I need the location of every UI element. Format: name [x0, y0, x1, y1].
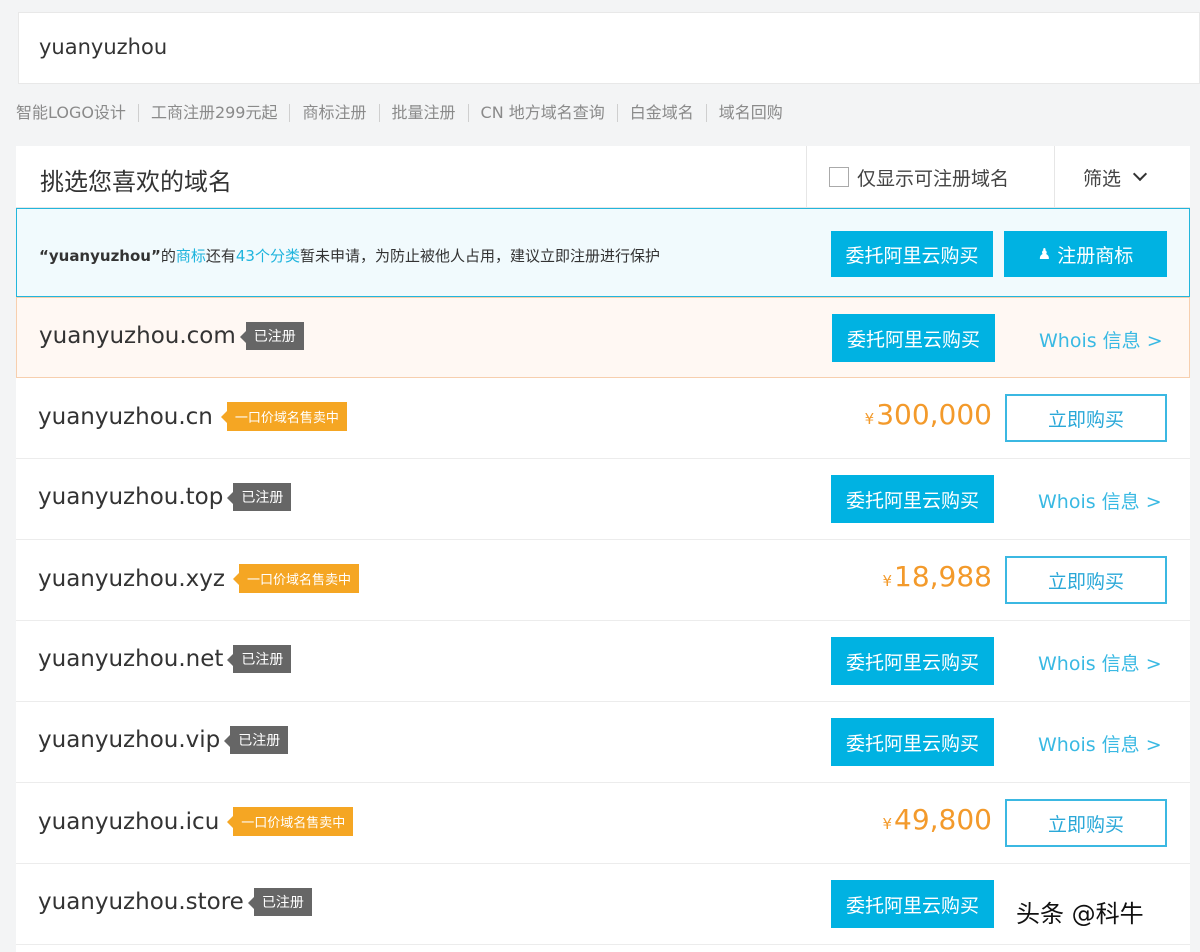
domain-name: yuanyuzhou.xyz 一口价域名售卖中 [38, 564, 359, 593]
domain-label: yuanyuzhou.com [39, 323, 236, 349]
registered-badge: 已注册 [227, 483, 292, 511]
domain-label: yuanyuzhou.vip [38, 727, 221, 753]
quick-links: 智能LOGO设计 工商注册299元起 商标注册 批量注册 CN 地方域名查询 白… [16, 98, 795, 128]
currency-symbol: ¥ [882, 815, 893, 833]
price: ¥49,800 [882, 803, 992, 836]
notice-delegate-buy-button[interactable]: 委托阿里云购买 [831, 231, 993, 277]
whois-link[interactable]: Whois 信息 > [1038, 649, 1162, 676]
registered-badge: 已注册 [227, 645, 292, 673]
domain-label: yuanyuzhou.cn [38, 403, 213, 430]
chevron-down-icon [1132, 166, 1148, 182]
domain-row: yuanyuzhou.icu 一口价域名售卖中 ¥49,800 立即购买 [16, 783, 1190, 864]
quick-link-bulk[interactable]: 批量注册 [380, 104, 469, 122]
delegate-buy-button[interactable]: 委托阿里云购买 [832, 314, 995, 362]
notice-keyword: “yuanyuzhou” [39, 247, 161, 265]
domain-row: yuanyuzhou.com 已注册 委托阿里云购买 Whois 信息 > [16, 297, 1190, 378]
currency-symbol: ¥ [864, 410, 875, 428]
quick-link-trademark[interactable]: 商标注册 [290, 104, 380, 122]
buy-now-button[interactable]: 立即购买 [1005, 556, 1167, 604]
registered-badge: 已注册 [247, 888, 312, 916]
domain-label: yuanyuzhou.xyz [38, 565, 225, 592]
filter-label: 筛选 [1083, 167, 1122, 190]
for-sale-badge: 一口价域名售卖中 [232, 564, 359, 593]
price-value: 49,800 [894, 803, 992, 836]
domain-row: yuanyuzhou.cn 一口价域名售卖中 ¥300,000 立即购买 [16, 378, 1190, 459]
registered-badge: 已注册 [224, 726, 289, 754]
domain-name: yuanyuzhou.com 已注册 [39, 322, 304, 350]
domain-name: yuanyuzhou.cn 一口价域名售卖中 [38, 402, 347, 431]
only-available-toggle[interactable]: 仅显示可注册域名 [806, 146, 1054, 208]
person-icon: ♟ [1037, 245, 1052, 263]
notice-part2: 还有 [205, 247, 236, 265]
domain-name: yuanyuzhou.net 已注册 [38, 645, 292, 673]
quick-link-platinum[interactable]: 白金域名 [618, 104, 707, 122]
notice-trademark-link[interactable]: 商标 [176, 247, 206, 265]
quick-link-cn-local[interactable]: CN 地方域名查询 [469, 104, 618, 122]
domain-row: yuanyuzhou.xyz 一口价域名售卖中 ¥18,988 立即购买 [16, 540, 1190, 621]
register-trademark-label: 注册商标 [1057, 244, 1134, 267]
trademark-notice: “yuanyuzhou”的商标还有43个分类暂未申请，为防止被他人占用，建议立即… [16, 208, 1190, 297]
notice-part3: 暂未申请，为防止被他人占用，建议立即注册进行保护 [299, 247, 660, 265]
for-sale-badge: 一口价域名售卖中 [227, 807, 354, 836]
register-trademark-button[interactable]: ♟ 注册商标 [1004, 231, 1167, 277]
buy-now-button[interactable]: 立即购买 [1005, 799, 1167, 847]
price-value: 300,000 [876, 398, 992, 431]
domain-row: yuanyuzhou.net 已注册 委托阿里云购买 Whois 信息 > [16, 621, 1190, 702]
quick-link-buyback[interactable]: 域名回购 [707, 104, 795, 122]
notice-part1: 的 [160, 247, 176, 265]
notice-text: “yuanyuzhou”的商标还有43个分类暂未申请，为防止被他人占用，建议立即… [39, 245, 660, 266]
search-input[interactable]: yuanyuzhou [18, 12, 1200, 84]
filter-dropdown[interactable]: 筛选 [1054, 146, 1190, 208]
domain-name: yuanyuzhou.vip 已注册 [38, 726, 289, 754]
notice-categories-link[interactable]: 43个分类 [236, 247, 300, 265]
price: ¥300,000 [865, 398, 992, 431]
price: ¥18,988 [882, 560, 992, 593]
domain-name: yuanyuzhou.store 已注册 [38, 888, 312, 916]
search-input-value: yuanyuzhou [39, 35, 168, 59]
domain-label: yuanyuzhou.store [38, 889, 244, 915]
domain-label: yuanyuzhou.top [38, 484, 224, 510]
quick-link-logo[interactable]: 智能LOGO设计 [16, 104, 139, 122]
whois-link[interactable]: Whois 信息 > [1038, 487, 1162, 514]
for-sale-badge: 一口价域名售卖中 [220, 402, 347, 431]
delegate-buy-button[interactable]: 委托阿里云购买 [831, 475, 994, 523]
delegate-buy-button[interactable]: 委托阿里云购买 [831, 637, 994, 685]
quick-link-company[interactable]: 工商注册299元起 [139, 104, 291, 122]
buy-now-button[interactable]: 立即购买 [1005, 394, 1167, 442]
domain-label: yuanyuzhou.icu [38, 808, 220, 835]
only-available-checkbox[interactable] [829, 167, 849, 187]
whois-link[interactable]: Whois 信息 > [1038, 730, 1162, 757]
watermark: 头条 @科牛 [1016, 900, 1144, 928]
panel-header: 挑选您喜欢的域名 仅显示可注册域名 筛选 [16, 146, 1190, 208]
whois-link[interactable]: Whois 信息 > [1039, 326, 1163, 353]
registered-badge: 已注册 [239, 322, 304, 350]
results-panel: 挑选您喜欢的域名 仅显示可注册域名 筛选 “yuanyuzhou”的商标还有43… [16, 146, 1190, 952]
domain-row: yuanyuzhou.top 已注册 委托阿里云购买 Whois 信息 > [16, 459, 1190, 540]
domain-row: yuanyuzhou.store 已注册 委托阿里云购买 [16, 864, 1190, 945]
only-available-label: 仅显示可注册域名 [857, 167, 1010, 190]
domain-row: yuanyuzhou.vip 已注册 委托阿里云购买 Whois 信息 > [16, 702, 1190, 783]
domain-name: yuanyuzhou.top 已注册 [38, 483, 292, 511]
price-value: 18,988 [894, 560, 992, 593]
delegate-buy-button[interactable]: 委托阿里云购买 [831, 718, 994, 766]
delegate-buy-button[interactable]: 委托阿里云购买 [831, 880, 994, 928]
currency-symbol: ¥ [882, 572, 893, 590]
domain-label: yuanyuzhou.net [38, 646, 224, 672]
panel-title: 挑选您喜欢的域名 [40, 168, 232, 196]
domain-name: yuanyuzhou.icu 一口价域名售卖中 [38, 807, 354, 836]
